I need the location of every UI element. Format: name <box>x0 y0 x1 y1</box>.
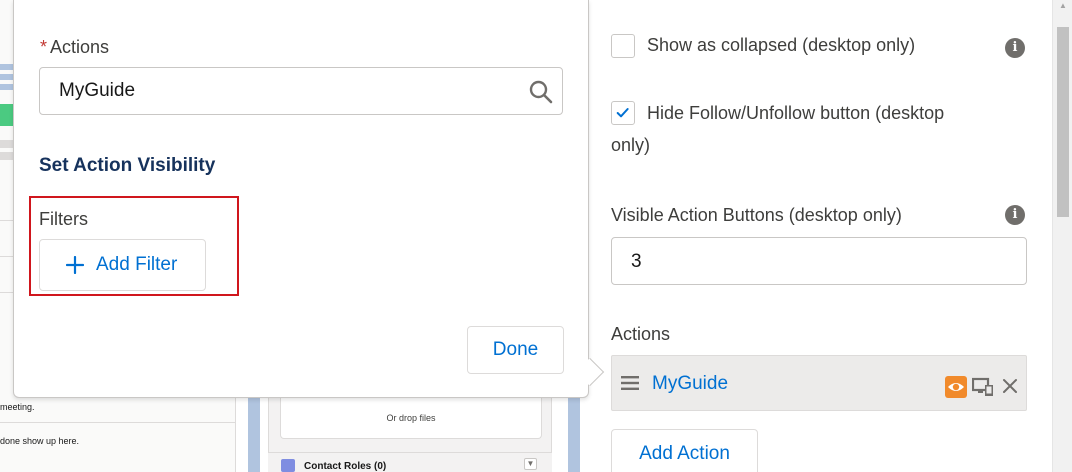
action-item-name[interactable]: MyGuide <box>652 373 728 395</box>
eye-glyph <box>948 383 964 391</box>
scrollbar-thumb[interactable] <box>1057 27 1069 217</box>
device-icon[interactable] <box>972 377 994 397</box>
background-strip <box>0 152 14 160</box>
visible-action-buttons-input[interactable]: 3 <box>611 237 1027 285</box>
background-strip <box>0 64 14 70</box>
background-strip <box>0 84 14 90</box>
background-column-edge <box>568 395 580 472</box>
show-collapsed-checkbox[interactable] <box>611 34 635 58</box>
hide-follow-label-continued: only) <box>611 135 651 155</box>
filters-label: Filters <box>39 209 88 229</box>
background-drop-text: Or drop files <box>386 413 436 423</box>
actions-combobox[interactable]: MyGuide <box>39 67 563 115</box>
info-icon[interactable]: i <box>1005 38 1025 58</box>
hide-follow-checkbox[interactable] <box>611 101 635 125</box>
visible-action-buttons-label: Visible Action Buttons (desktop only) <box>611 205 902 225</box>
actions-list-label: Actions <box>611 324 671 344</box>
eye-icon[interactable] <box>945 376 967 398</box>
add-filter-button[interactable]: Add Filter <box>39 239 206 291</box>
scroll-up-arrow-icon[interactable]: ▲ <box>1057 1 1069 11</box>
action-list-item[interactable]: MyGuide <box>611 355 1027 411</box>
background-column-edge <box>248 395 260 472</box>
hide-follow-label: Hide Follow/Unfollow button (desktop <box>647 103 945 123</box>
actions-combobox-value: MyGuide <box>59 80 136 101</box>
info-icon[interactable]: i <box>1005 205 1025 225</box>
drag-handle-icon[interactable] <box>621 376 639 390</box>
required-marker: * <box>40 37 48 57</box>
contact-icon <box>281 459 295 472</box>
chevron-down-icon: ▼ <box>524 458 537 470</box>
close-icon[interactable] <box>1001 377 1019 395</box>
actions-field-label: * Actions <box>40 37 109 58</box>
background-strip <box>0 140 14 148</box>
background-text: meeting. <box>0 402 35 412</box>
done-button[interactable]: Done <box>467 326 564 374</box>
background-text: done show up here. <box>0 436 80 446</box>
check-icon <box>616 108 629 118</box>
plus-icon <box>66 256 84 274</box>
background-divider <box>0 422 236 423</box>
action-visibility-popover: * Actions MyGuide Set Action Visibility F… <box>13 0 589 398</box>
search-icon[interactable] <box>528 79 554 105</box>
background-contact-roles-title: Contact Roles (0) <box>304 461 387 472</box>
background-strip <box>0 74 14 80</box>
background-green-button <box>0 104 14 126</box>
add-action-button[interactable]: Add Action <box>611 429 758 472</box>
set-action-visibility-title: Set Action Visibility <box>39 155 216 176</box>
properties-panel: Show as collapsed (desktop only) i Hide … <box>588 0 1052 472</box>
vertical-scrollbar[interactable]: ▲ <box>1052 0 1072 472</box>
show-collapsed-label: Show as collapsed (desktop only) <box>647 35 916 55</box>
visible-action-buttons-value: 3 <box>631 251 642 272</box>
add-filter-label: Add Filter <box>96 254 178 275</box>
actions-label-text: Actions <box>50 37 110 57</box>
